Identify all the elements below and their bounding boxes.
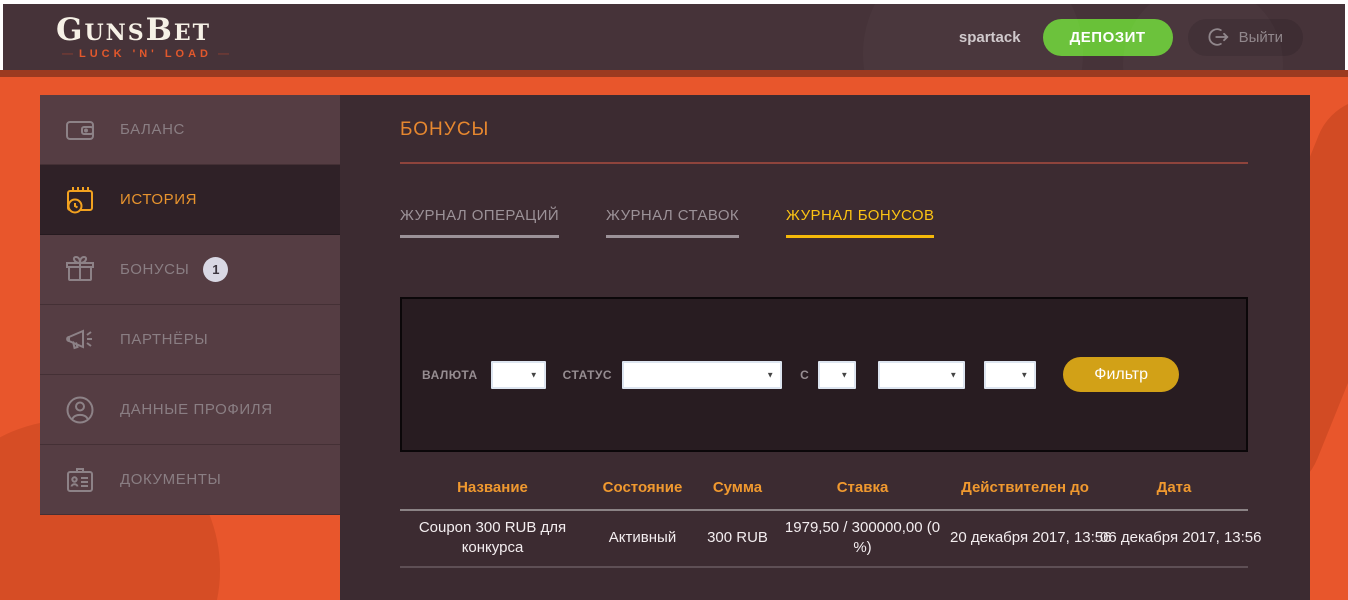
bonus-count-badge: 1 bbox=[203, 257, 229, 282]
cell-date: 06 декабря 2017, 13:56 bbox=[1100, 529, 1262, 547]
status-select[interactable] bbox=[622, 360, 783, 389]
col-header-amount: Сумма bbox=[712, 479, 763, 496]
sidebar-item-documents[interactable]: ДОКУМЕНТЫ bbox=[40, 445, 340, 515]
from-day-select[interactable] bbox=[818, 360, 857, 389]
sidebar-item-label: ДАННЫЕ ПРОФИЛЯ bbox=[120, 401, 273, 418]
top-header: GUNSBET — LUCK 'N' LOAD — spartack ДЕПОЗИТ… bbox=[3, 4, 1345, 70]
table-header-row: Название Состояние Сумма Ставка Действит… bbox=[400, 468, 1248, 509]
sidebar-item-label: БАЛАНС bbox=[120, 121, 185, 138]
currency-label: ВАЛЮТА bbox=[422, 367, 478, 382]
header-decoration bbox=[863, 4, 1083, 70]
cell-valid-until: 20 декабря 2017, 13:56 bbox=[950, 529, 1112, 547]
gift-icon bbox=[62, 253, 98, 287]
col-header-valid-until: Действителен до bbox=[961, 479, 1089, 496]
cell-amount: 300 RUB bbox=[707, 529, 768, 547]
sidebar-item-bonuses[interactable]: БОНУСЫ 1 bbox=[40, 235, 340, 305]
from-year-select[interactable] bbox=[984, 360, 1037, 389]
brand-tagline: — LUCK 'N' LOAD — bbox=[62, 47, 230, 60]
cell-wager: 1979,50 / 300000,00 (0 %) bbox=[784, 519, 941, 557]
cell-name: Coupon 300 RUB для конкурса bbox=[418, 519, 567, 557]
tab-bets-journal[interactable]: ЖУРНАЛ СТАВОК bbox=[606, 207, 740, 238]
currency-select[interactable] bbox=[490, 360, 546, 389]
id-card-icon bbox=[62, 463, 98, 497]
calendar-icon bbox=[62, 183, 98, 217]
sidebar-item-balance[interactable]: БАЛАНС bbox=[40, 95, 340, 165]
sidebar-item-profile[interactable]: ДАННЫЕ ПРОФИЛЯ bbox=[40, 375, 340, 445]
sidebar: БАЛАНС ИСТОРИЯ БОНУСЫ 1 ПАРТНЁРЫ ДАННЫЕ … bbox=[40, 95, 340, 515]
wallet-icon bbox=[62, 113, 98, 147]
table-row-divider bbox=[400, 565, 1248, 568]
filter-panel: ВАЛЮТА СТАТУС С Фильтр bbox=[400, 297, 1248, 452]
col-header-name: Название bbox=[457, 479, 528, 496]
page-title: БОНУСЫ bbox=[400, 119, 490, 140]
title-divider bbox=[400, 162, 1248, 164]
col-header-wager: Ставка bbox=[836, 479, 889, 496]
cell-state: Активный bbox=[608, 529, 677, 547]
megaphone-icon bbox=[62, 323, 98, 357]
brand-name: GUNSBET bbox=[56, 11, 212, 48]
sidebar-item-label: ИСТОРИЯ bbox=[120, 191, 198, 208]
bonuses-table: Название Состояние Сумма Ставка Действит… bbox=[400, 468, 1262, 568]
from-month-select[interactable] bbox=[878, 360, 966, 389]
sidebar-item-label: ПАРТНЁРЫ bbox=[120, 331, 209, 348]
sidebar-item-label: БОНУСЫ bbox=[120, 261, 190, 278]
tab-operations-journal[interactable]: ЖУРНАЛ ОПЕРАЦИЙ bbox=[400, 207, 560, 238]
col-header-date: Дата bbox=[1156, 479, 1192, 496]
header-decoration bbox=[1123, 4, 1283, 70]
tab-bonuses-journal[interactable]: ЖУРНАЛ БОНУСОВ bbox=[786, 207, 935, 238]
page: GUNSBET — LUCK 'N' LOAD — spartack ДЕПОЗИТ… bbox=[0, 0, 1348, 600]
sidebar-item-label: ДОКУМЕНТЫ bbox=[120, 471, 222, 488]
filter-button[interactable]: Фильтр bbox=[1063, 357, 1180, 392]
col-header-state: Состояние bbox=[602, 479, 683, 496]
status-label: СТАТУС bbox=[562, 367, 613, 382]
table-row: Coupon 300 RUB для конкурса Активный 300… bbox=[400, 511, 1262, 566]
from-date-label: С bbox=[800, 367, 810, 382]
gunsbet-logo[interactable]: GUNSBET — LUCK 'N' LOAD — bbox=[56, 11, 235, 60]
journal-tabs: ЖУРНАЛ ОПЕРАЦИЙ ЖУРНАЛ СТАВОК ЖУРНАЛ БОН… bbox=[400, 207, 1248, 238]
user-icon bbox=[62, 393, 98, 427]
sidebar-item-partners[interactable]: ПАРТНЁРЫ bbox=[40, 305, 340, 375]
header-bottom-strip bbox=[0, 70, 1348, 77]
main-panel: БОНУСЫ ЖУРНАЛ ОПЕРАЦИЙ ЖУРНАЛ СТАВОК ЖУР… bbox=[340, 95, 1310, 600]
sidebar-item-history[interactable]: ИСТОРИЯ bbox=[40, 165, 340, 235]
